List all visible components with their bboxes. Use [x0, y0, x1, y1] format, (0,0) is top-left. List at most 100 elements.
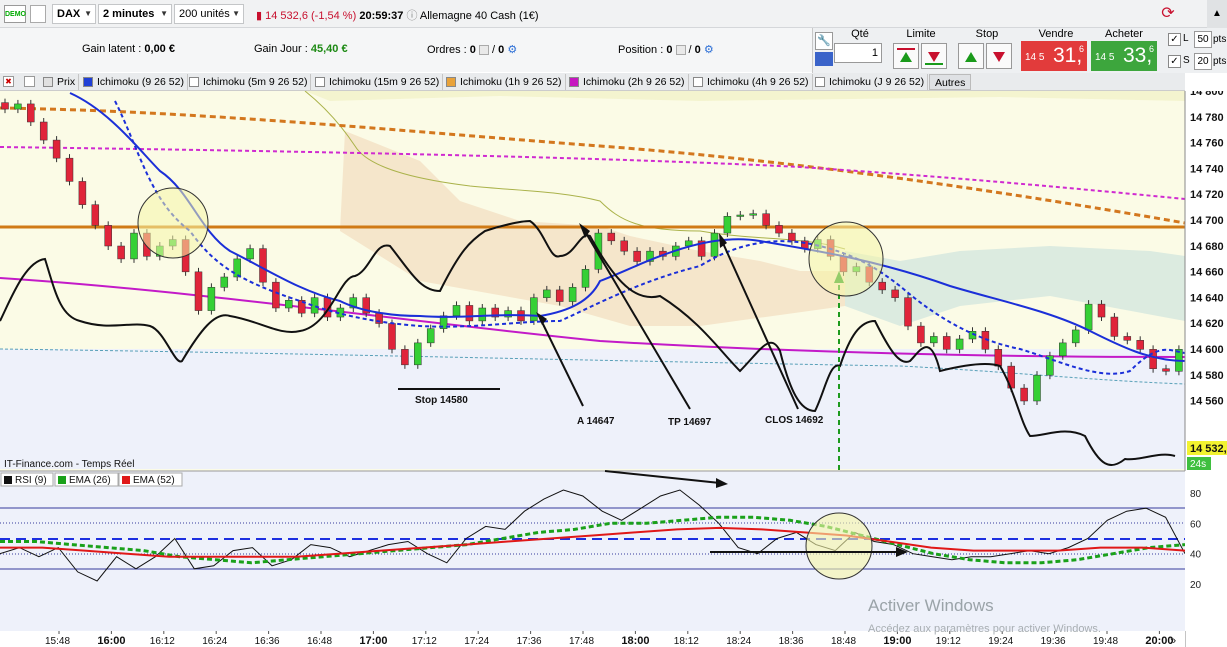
indicator-color-swatch: [815, 77, 825, 87]
candle-body: [723, 216, 732, 234]
candle-body: [1149, 349, 1157, 369]
entry-annotation: A 14647: [577, 416, 615, 427]
close-chart-icon[interactable]: ✖: [3, 76, 14, 87]
x-tick-label: 17:12: [412, 636, 437, 647]
timeframe-select[interactable]: 2 minutes ▼: [98, 4, 172, 24]
limit-checkbox[interactable]: ✓: [1168, 33, 1181, 46]
limit-points-input[interactable]: 50: [1194, 31, 1212, 48]
x-tick-label: 17:48: [569, 636, 594, 647]
sell-button[interactable]: 14 5 31, 6: [1021, 41, 1087, 71]
candle-body: [414, 342, 422, 366]
sell-price-sup: 6: [1079, 44, 1085, 54]
tab-ichimoku-4h[interactable]: Ichimoku (4h 9 26 52): [690, 74, 813, 90]
stop-points-input[interactable]: 20: [1194, 53, 1212, 70]
candle-body: [27, 103, 35, 123]
candle-body: [78, 181, 87, 205]
limit-sell-button[interactable]: [921, 43, 947, 69]
chart-area[interactable]: Stop 14580 A 14647 TP 14697 CLOS 14692 1…: [0, 86, 1227, 647]
x-tick-label: 17:36: [517, 636, 542, 647]
candle-body: [749, 213, 757, 216]
limit-sell-icon: [925, 52, 943, 65]
x-tick-label: 19:12: [936, 636, 961, 647]
stop-buy-button[interactable]: [958, 43, 984, 69]
tab-ichimoku-2m[interactable]: Ichimoku (9 26 52): [80, 74, 188, 90]
candle-body: [65, 157, 74, 182]
price-chart-svg[interactable]: Stop 14580 A 14647 TP 14697 CLOS 14692 1…: [0, 86, 1227, 647]
refresh-icon[interactable]: ⟳: [1158, 4, 1178, 24]
indicator-color-swatch: [446, 77, 456, 87]
activation-watermark-title: Activer Windows: [868, 596, 994, 615]
candle-body: [233, 258, 241, 278]
candle-body: [388, 323, 396, 350]
candle-body: [878, 281, 886, 291]
buy-button[interactable]: 14 5 33, 6: [1091, 41, 1157, 71]
candle-body: [620, 240, 628, 252]
x-tick-label: 18:48: [831, 636, 856, 647]
highlight-circle: [137, 187, 209, 259]
bars-icon: ▮: [256, 10, 263, 22]
y-tick-label: 14 740: [1190, 163, 1224, 175]
candle-body: [917, 325, 925, 344]
scroll-up-icon[interactable]: ▲: [1207, 0, 1227, 28]
tab-ichimoku-j[interactable]: Ichimoku (J 9 26 52): [812, 74, 929, 90]
y-tick-label: 14 760: [1190, 138, 1224, 150]
chart-settings-icon[interactable]: [24, 76, 35, 87]
x-tick-label: 19:36: [1041, 636, 1066, 647]
instrument-value: DAX: [57, 8, 81, 20]
autres-button[interactable]: Autres: [929, 74, 972, 90]
instrument-select[interactable]: DAX ▼: [52, 4, 96, 24]
activation-watermark-sub: Accédez aux paramètres pour activer Wind…: [868, 623, 1101, 635]
indicator-tabs: ✖ Prix Ichimoku (9 26 52) Ichimoku (5m 9…: [0, 73, 1185, 91]
candle-body: [1097, 303, 1106, 318]
stop-sell-button[interactable]: [986, 43, 1012, 69]
tab-ichimoku-5m[interactable]: Ichimoku (5m 9 26 52): [186, 74, 312, 90]
layout-icon[interactable]: [30, 5, 46, 23]
candle-body: [207, 287, 216, 311]
candle-body: [117, 245, 125, 260]
quantity-input[interactable]: 1: [834, 43, 882, 63]
pts-label: pts: [1213, 34, 1227, 45]
close-position-icon[interactable]: [675, 45, 686, 56]
tab-label: Ichimoku (J 9 26 52): [829, 76, 925, 88]
position[interactable]: Position : 0 / 0 ⚙: [618, 43, 714, 56]
cancel-icon[interactable]: [478, 45, 489, 56]
market-name: Allemagne 40 Cash (1€): [419, 10, 539, 22]
tab-prix[interactable]: Prix: [40, 74, 80, 90]
gears-icon[interactable]: ⚙: [507, 44, 517, 56]
legend-swatch: [58, 476, 66, 484]
keypad-icon[interactable]: [815, 52, 833, 66]
candle-body: [1033, 374, 1041, 402]
scroll-right-icon[interactable]: »: [1170, 635, 1176, 647]
ordres[interactable]: Ordres : 0 / 0 ⚙: [427, 43, 517, 56]
tab-ichimoku-15m[interactable]: Ichimoku (15m 9 26 52): [312, 74, 444, 90]
stop-checkbox[interactable]: ✓: [1168, 55, 1181, 68]
chevron-down-icon: ▼: [232, 9, 240, 18]
limit-buy-button[interactable]: [893, 43, 919, 69]
indicator-color-swatch: [315, 77, 325, 87]
sell-price-big: 31,: [1053, 44, 1083, 67]
limite-label: Limite: [906, 28, 936, 40]
units-select[interactable]: 200 unités ▼: [174, 4, 244, 24]
y-tick-label: 14 800: [1190, 91, 1224, 98]
tab-label: Ichimoku (9 26 52): [97, 76, 184, 88]
tab-ichimoku-1h[interactable]: Ichimoku (1h 9 26 52): [443, 74, 566, 90]
demo-icon[interactable]: DEMO: [4, 5, 26, 23]
gears-icon[interactable]: ⚙: [704, 44, 714, 56]
x-tick-label: 18:36: [779, 636, 804, 647]
price-change: (-1,54 %): [311, 10, 357, 22]
legend-ema26: EMA (26): [69, 475, 111, 486]
tab-label: Prix: [57, 76, 76, 88]
candle-body: [465, 305, 474, 322]
tab-ichimoku-2h[interactable]: Ichimoku (2h 9 26 52): [566, 74, 689, 90]
gain-latent-value: 0,00 €: [144, 43, 175, 55]
legend-swatch: [4, 476, 12, 484]
indicator-color-swatch: [693, 77, 703, 87]
x-tick-label: 17:00: [359, 635, 387, 647]
stop-sell-icon: [993, 52, 1005, 62]
y-tick-label: 14 640: [1190, 292, 1224, 304]
indicator-color-swatch: [43, 77, 53, 87]
trading-platform-window: DEMO DAX ▼ 2 minutes ▼ 200 unités ▼ ▮ 14 53…: [0, 0, 1227, 647]
wrench-icon[interactable]: 🔧: [815, 32, 833, 50]
candle-body: [530, 297, 538, 322]
candle-body: [426, 328, 435, 344]
